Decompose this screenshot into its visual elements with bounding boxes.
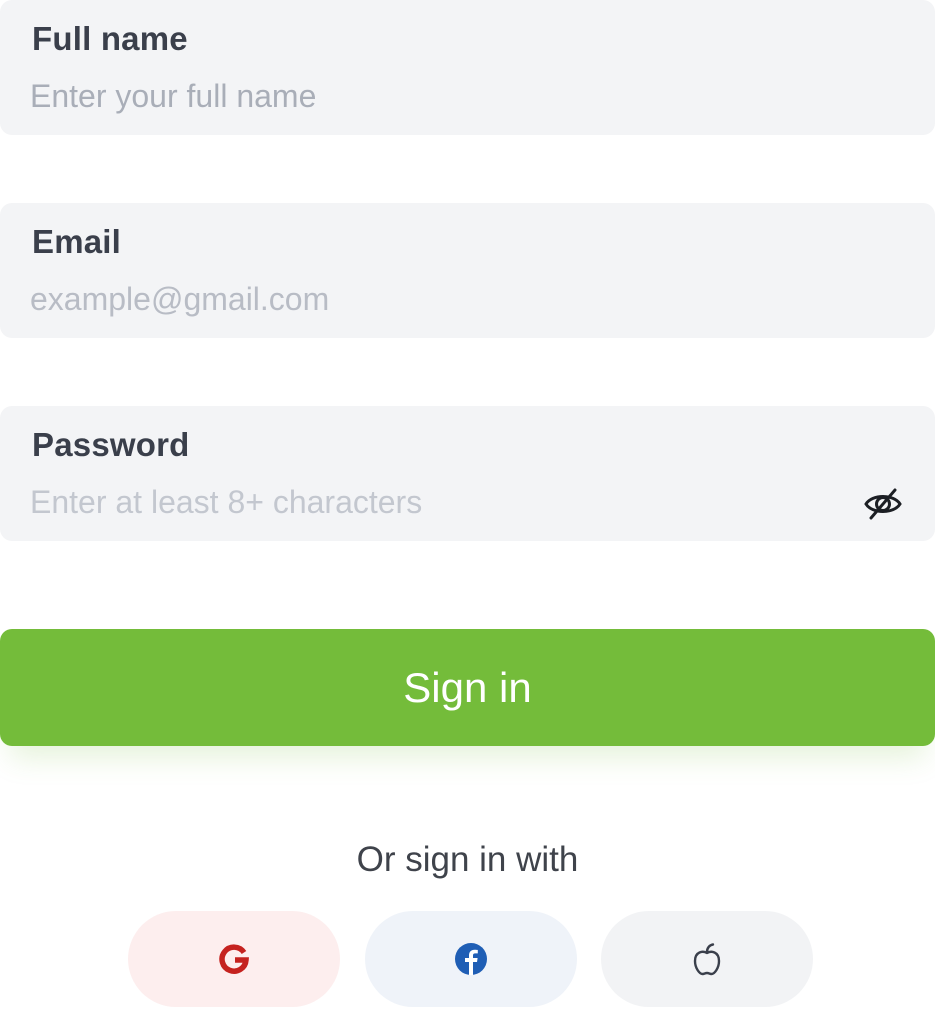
email-label: Email bbox=[32, 223, 122, 260]
password-label: Password bbox=[32, 426, 190, 463]
apple-sign-in-button[interactable] bbox=[601, 911, 813, 1007]
password-input[interactable] bbox=[30, 478, 810, 526]
apple-icon bbox=[693, 943, 721, 976]
google-icon bbox=[219, 944, 249, 974]
facebook-sign-in-button[interactable] bbox=[365, 911, 577, 1007]
signup-form: Full name Email Password Sign in Or sign… bbox=[0, 0, 935, 1012]
password-field[interactable]: Password bbox=[0, 406, 935, 541]
full-name-label: Full name bbox=[32, 20, 188, 57]
sign-in-button[interactable]: Sign in bbox=[0, 629, 935, 746]
facebook-icon bbox=[455, 943, 487, 975]
email-input[interactable] bbox=[30, 275, 830, 323]
full-name-field[interactable]: Full name bbox=[0, 0, 935, 135]
email-field[interactable]: Email bbox=[0, 203, 935, 338]
full-name-input[interactable] bbox=[30, 72, 830, 120]
google-sign-in-button[interactable] bbox=[128, 911, 340, 1007]
password-visibility-toggle[interactable] bbox=[861, 484, 905, 524]
eye-off-icon bbox=[864, 488, 902, 520]
social-caption: Or sign in with bbox=[356, 840, 579, 879]
